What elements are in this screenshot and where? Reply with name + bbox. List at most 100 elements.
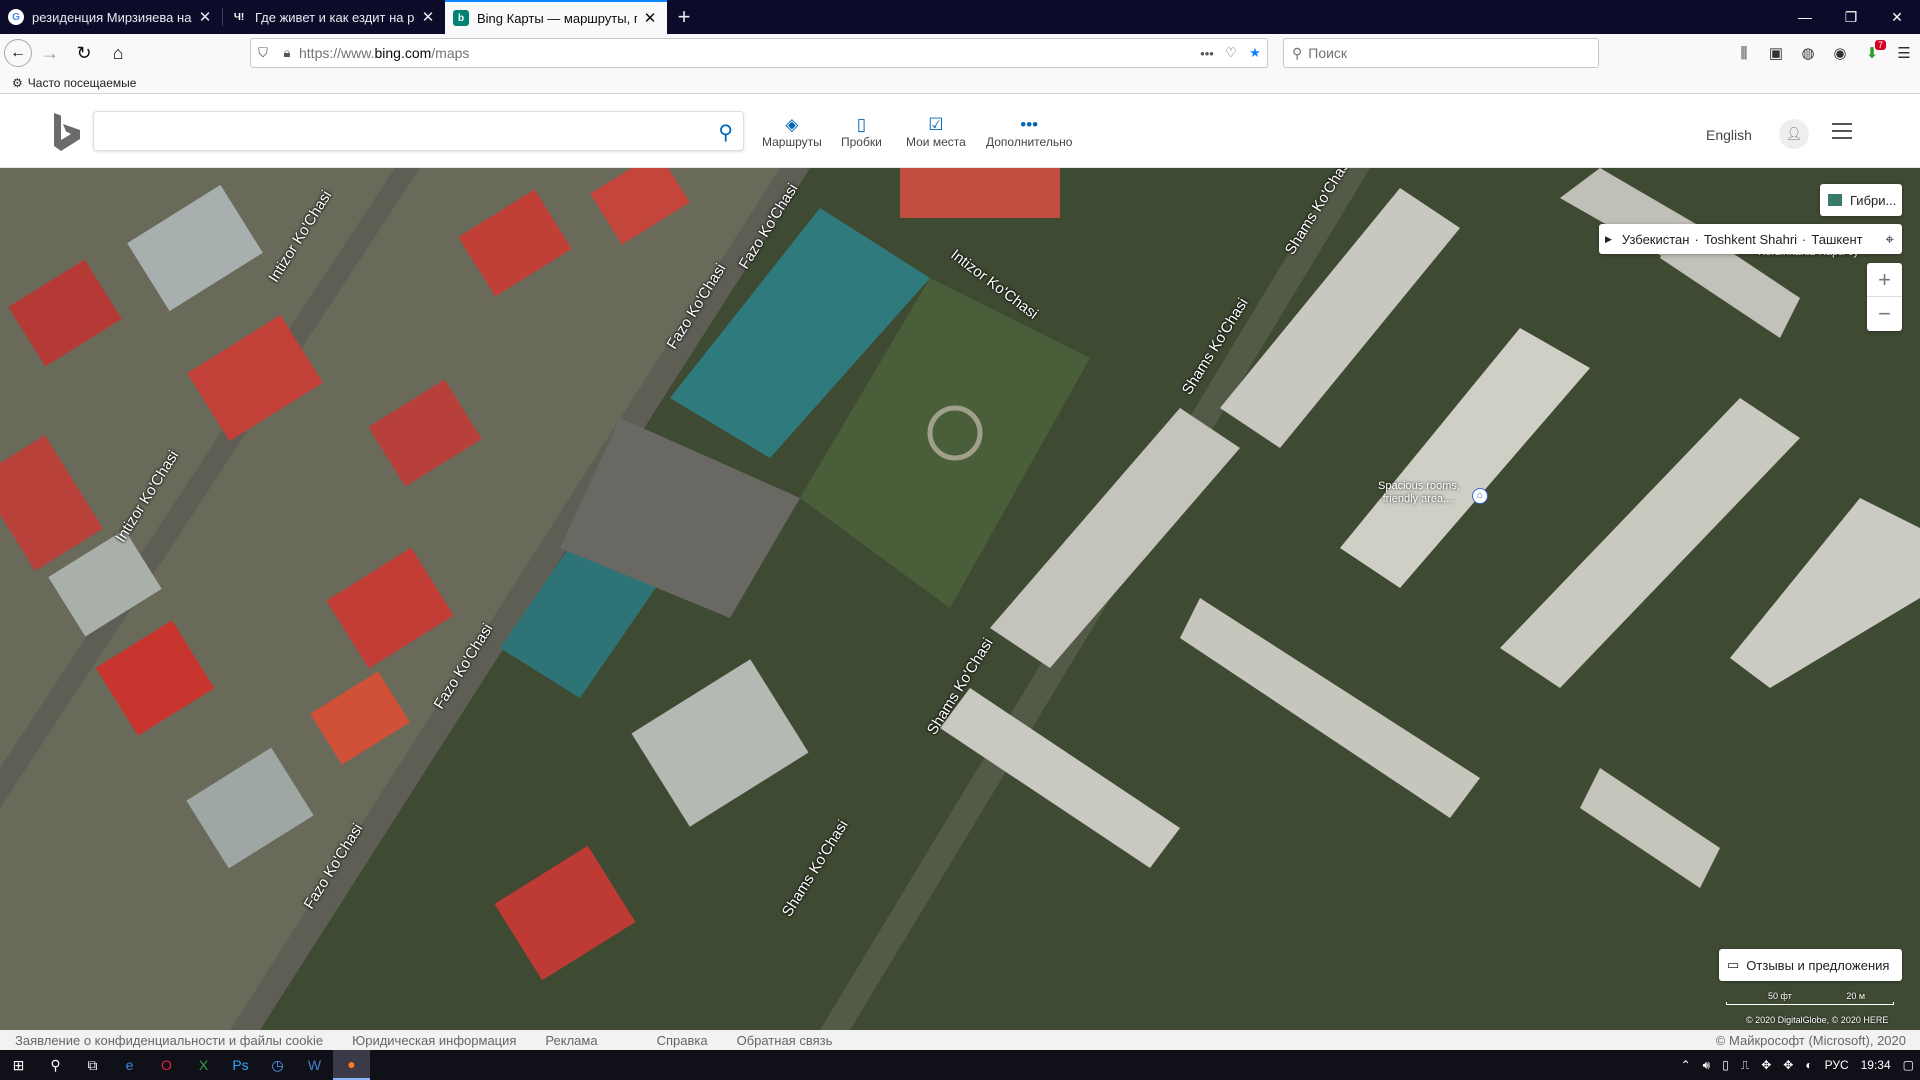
feedback-button[interactable]: ▭ Отзывы и предложения bbox=[1719, 949, 1902, 981]
search-icon: ⚲ bbox=[1292, 44, 1303, 61]
window-close-icon[interactable]: ✕ bbox=[1874, 0, 1920, 34]
breadcrumb-region[interactable]: Toshkent Shahri bbox=[1704, 232, 1797, 247]
bookmark-most-visited[interactable]: Часто посещаемые bbox=[28, 76, 137, 90]
page-actions-icon[interactable]: ••• bbox=[1195, 46, 1219, 61]
satellite-map[interactable]: Intizor Ko'Chasi Fazo Ko'Chasi Fazo Ko'C… bbox=[0, 168, 1920, 1030]
excel-icon[interactable]: X bbox=[185, 1050, 222, 1080]
footer-link-privacy[interactable]: Заявление о конфиденциальности и файлы c… bbox=[15, 1033, 323, 1048]
system-tray: ⌃ 🔊︎ ▯ ⎍ ✥ ✥ ◐ РУС 19:34 ▢ bbox=[1675, 1058, 1920, 1073]
extension-icon[interactable]: ⬇ 7 bbox=[1856, 40, 1888, 62]
clock-app-icon[interactable]: ◷ bbox=[259, 1050, 296, 1080]
restore-icon[interactable]: ❐ bbox=[1828, 0, 1874, 34]
new-tab-button[interactable]: + bbox=[667, 0, 701, 34]
footer-link-legal[interactable]: Юридическая информация bbox=[352, 1033, 516, 1048]
windows-taskbar: ⊞ ⚲ ⧉ e O X Ps ◷ W ● ⌃ 🔊︎ ▯ ⎍ ✥ ✥ ◐ РУС … bbox=[0, 1050, 1920, 1080]
browser-search-field[interactable]: ⚲ Поиск bbox=[1283, 38, 1599, 68]
location-breadcrumb: ▶ Узбекистан · Toshkent Shahri · Ташкент… bbox=[1599, 224, 1902, 254]
clock[interactable]: 19:34 bbox=[1861, 1058, 1891, 1072]
url-bar[interactable]: ⛉ 🔒︎ https://www.bing.com/maps ••• ♡ ★ bbox=[250, 38, 1268, 68]
tab-2[interactable]: Ч! Где живет и как ездит на рабо ✕ bbox=[223, 0, 445, 34]
zoom-controls: + − bbox=[1867, 263, 1902, 331]
edge-icon[interactable]: e bbox=[111, 1050, 148, 1080]
map-style-button[interactable]: Гибри... bbox=[1820, 184, 1902, 216]
lock-icon[interactable]: 🔒︎ bbox=[275, 45, 299, 61]
nav-more[interactable]: ••• Дополнительно bbox=[986, 115, 1072, 149]
gear-icon: ⚙ bbox=[12, 75, 23, 90]
library-icon[interactable]: ⫼ bbox=[1728, 45, 1760, 62]
app-tray-icon[interactable]: ◐ bbox=[1805, 1058, 1812, 1072]
zoom-out-button[interactable]: − bbox=[1867, 297, 1902, 331]
search-placeholder: Поиск bbox=[1308, 45, 1348, 61]
map-style-label: Гибри... bbox=[1850, 192, 1897, 208]
back-icon[interactable]: ← bbox=[4, 39, 32, 67]
battery-icon[interactable]: ▯ bbox=[1722, 1058, 1729, 1072]
hamburger-menu-icon[interactable] bbox=[1832, 123, 1852, 144]
hotel-icon[interactable]: ⌂ bbox=[1472, 488, 1488, 504]
scale-bar: 50 фт 20 м bbox=[1726, 991, 1894, 1005]
traffic-icon: ▯ bbox=[856, 115, 867, 134]
map-search-box[interactable]: ⚲ bbox=[93, 111, 744, 151]
windows-start-icon[interactable]: ⊞ bbox=[0, 1050, 37, 1080]
close-icon[interactable]: ✕ bbox=[641, 9, 659, 27]
locate-me-icon[interactable]: ⌖ bbox=[1886, 231, 1894, 248]
footer-link-help[interactable]: Справка bbox=[657, 1033, 708, 1048]
bing-header: ⚲ ◈ Маршруты ▯ Пробки ☑ Мои места ••• До… bbox=[0, 95, 1920, 168]
search-icon[interactable]: ⚲ bbox=[718, 120, 733, 145]
tab-1[interactable]: G резиденция Мирзияева на Ка ✕ bbox=[0, 0, 222, 34]
home-icon[interactable]: ⌂ bbox=[102, 37, 134, 69]
url-domain: bing.com bbox=[374, 45, 432, 61]
nav-traffic[interactable]: ▯ Пробки bbox=[841, 115, 882, 149]
volume-icon[interactable]: 🔊︎ bbox=[1703, 1058, 1711, 1073]
directions-icon: ◈ bbox=[785, 115, 799, 134]
opera-icon[interactable]: O bbox=[148, 1050, 185, 1080]
zoom-in-button[interactable]: + bbox=[1867, 263, 1902, 297]
bookmarks-toolbar: ⚙ Часто посещаемые bbox=[0, 72, 1920, 94]
chevron-up-icon[interactable]: ⌃ bbox=[1681, 1058, 1691, 1072]
breadcrumb-city[interactable]: Ташкент bbox=[1811, 232, 1862, 247]
bing-logo-icon[interactable] bbox=[52, 113, 82, 151]
breadcrumb-separator: · bbox=[1802, 231, 1807, 247]
bing-icon: b bbox=[453, 10, 469, 26]
photoshop-icon[interactable]: Ps bbox=[222, 1050, 259, 1080]
tracking-shield-icon[interactable]: ⛉ bbox=[251, 45, 275, 61]
nav-label: Дополнительно bbox=[986, 135, 1073, 149]
chevron-right-icon[interactable]: ▶ bbox=[1605, 234, 1612, 245]
search-icon[interactable]: ⚲ bbox=[37, 1050, 74, 1080]
breadcrumb-country[interactable]: Узбекистан bbox=[1622, 232, 1690, 247]
scale-ft: 50 фт bbox=[1768, 991, 1792, 1001]
nav-directions[interactable]: ◈ Маршруты bbox=[762, 115, 822, 149]
forward-icon[interactable]: → bbox=[34, 37, 66, 69]
google-icon: G bbox=[8, 9, 24, 25]
pocket-icon[interactable]: ♡ bbox=[1219, 45, 1243, 61]
tab-title: Где живет и как ездит на рабо bbox=[255, 9, 415, 25]
window-controls: — ❐ ✕ bbox=[1782, 0, 1920, 34]
tab-3[interactable]: b Bing Карты — маршруты, пла ✕ bbox=[445, 0, 667, 34]
footer-link-feedback[interactable]: Обратная связь bbox=[737, 1033, 833, 1048]
url-text[interactable]: https://www.bing.com/maps bbox=[299, 45, 1195, 61]
footer-link-ads[interactable]: Реклама bbox=[545, 1033, 597, 1048]
sidebar-icon[interactable]: ▣ bbox=[1760, 44, 1792, 62]
language-link[interactable]: English bbox=[1706, 127, 1752, 143]
task-view-icon[interactable]: ⧉ bbox=[74, 1050, 111, 1080]
account-icon[interactable]: ◉ bbox=[1824, 44, 1856, 62]
dropbox-icon[interactable]: ✥ bbox=[1783, 1058, 1793, 1072]
poi-hotel[interactable]: Spacious rooms, friendly area,... bbox=[1378, 480, 1460, 506]
nav-my-places[interactable]: ☑ Мои места bbox=[906, 115, 966, 149]
dropbox-icon[interactable]: ✥ bbox=[1761, 1058, 1771, 1072]
map-layers-icon bbox=[1828, 194, 1842, 206]
bookmark-star-icon[interactable]: ★ bbox=[1243, 45, 1267, 61]
close-icon[interactable]: ✕ bbox=[196, 8, 214, 26]
globe-icon[interactable]: ◍ bbox=[1792, 44, 1824, 62]
minimize-icon[interactable]: — bbox=[1782, 0, 1828, 34]
menu-icon[interactable]: ☰ bbox=[1888, 44, 1920, 62]
firefox-icon[interactable]: ● bbox=[333, 1050, 370, 1080]
user-avatar-icon[interactable]: 👤︎ bbox=[1779, 119, 1809, 149]
nav-label: Мои места bbox=[906, 135, 966, 149]
word-icon[interactable]: W bbox=[296, 1050, 333, 1080]
network-icon[interactable]: ⎍ bbox=[1741, 1058, 1749, 1073]
copyright: © Майкрософт (Microsoft), 2020 bbox=[1715, 1032, 1906, 1048]
reload-icon[interactable]: ↻ bbox=[68, 37, 100, 69]
close-icon[interactable]: ✕ bbox=[419, 8, 437, 26]
notifications-icon[interactable]: ▢ bbox=[1903, 1058, 1914, 1072]
keyboard-language[interactable]: РУС bbox=[1825, 1058, 1849, 1072]
